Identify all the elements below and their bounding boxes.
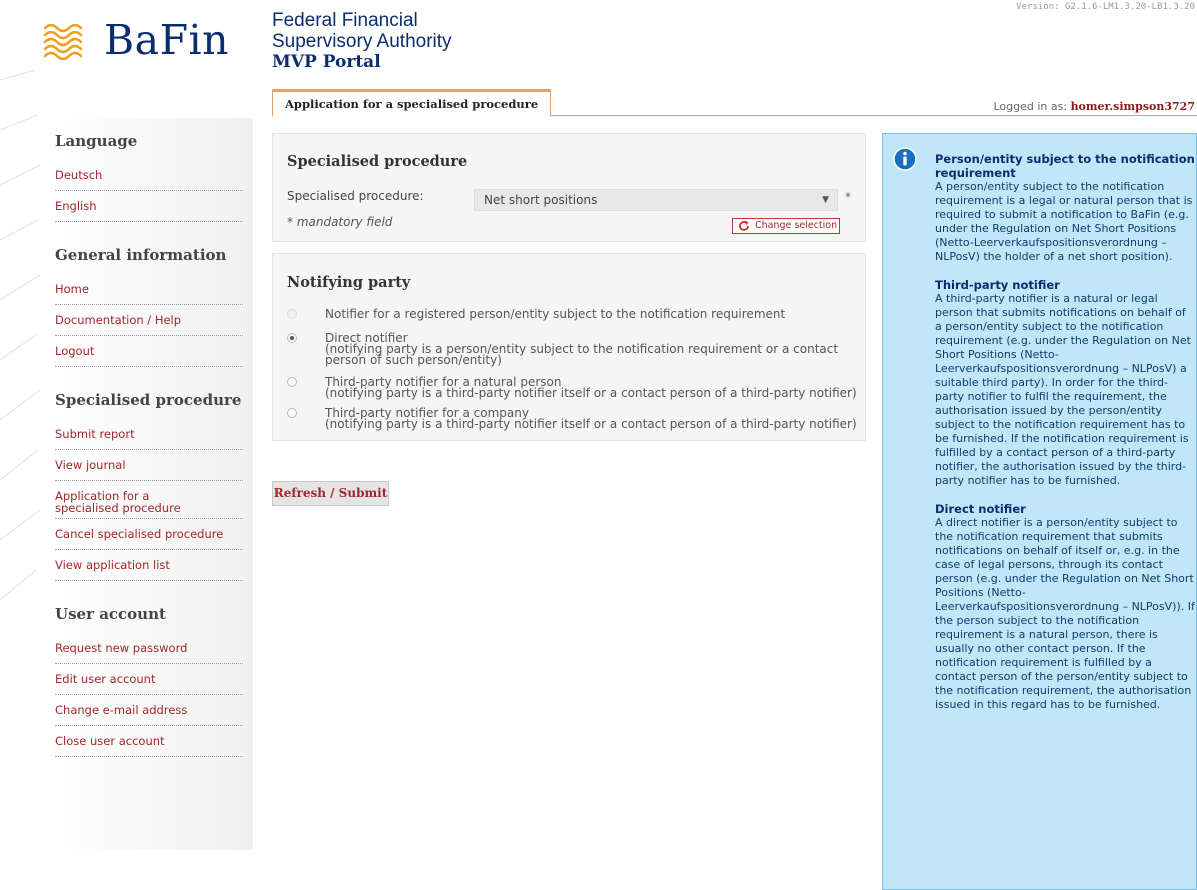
header: BaFin Federal Financial Supervisory Auth… [0, 0, 1197, 88]
logo-text: BaFin [104, 16, 230, 64]
info-panel: Person/entity subject to the notificatio… [882, 133, 1197, 890]
sidebar-heading: Language [55, 132, 138, 150]
logged-in-label: Logged in as: [993, 100, 1068, 113]
username: homer.simpson3727 [1070, 100, 1195, 113]
refresh-icon [739, 220, 749, 231]
portal-name: MVP Portal [272, 52, 381, 72]
sidebar-item-logout[interactable]: Logout [55, 336, 243, 367]
info-text: A person/entity subject to the notificat… [935, 180, 1193, 263]
radio-label: Third-party notifier for a natural perso… [325, 376, 865, 400]
required-asterisk: * [845, 190, 851, 204]
sidebar-heading: General information [55, 246, 227, 264]
tab-application[interactable]: Application for a specialised procedure [272, 89, 552, 117]
sidebar-group-user: User account Request new password Edit u… [45, 591, 253, 757]
sidebar-item-edit-account[interactable]: Edit user account [55, 664, 243, 695]
radio-label-line2: (notifying party is a third-party notifi… [325, 386, 857, 400]
panel-title: Specialised procedure [287, 153, 468, 170]
change-selection-label: Change selection [755, 220, 838, 231]
refresh-submit-button[interactable]: Refresh / Submit [272, 481, 389, 506]
sidebar: Language Deutsch English General informa… [45, 118, 253, 850]
sidebar-item-view-journal[interactable]: View journal [55, 450, 243, 481]
specialised-procedure-select[interactable]: Net short positions ▼ [474, 189, 838, 211]
sidebar-heading: Specialised procedure [55, 391, 242, 409]
specialised-procedure-panel: Specialised procedure Specialised proced… [272, 133, 866, 242]
dropdown-arrow-icon: ▼ [822, 195, 829, 205]
radio-label-line2: (notifying party is a third-party notifi… [325, 417, 857, 431]
change-selection-button[interactable]: Change selection [732, 218, 840, 234]
logged-in-info: Logged in as: homer.simpson3727 [993, 100, 1195, 113]
sidebar-group-language: Language Deutsch English [45, 118, 253, 222]
select-value: Net short positions [484, 193, 598, 207]
radio-button[interactable] [287, 333, 297, 343]
sidebar-item-english[interactable]: English [55, 191, 243, 222]
info-heading: Third-party notifier [935, 278, 1060, 292]
sidebar-item-application[interactable]: Application for a specialised procedure [55, 481, 243, 519]
info-heading: Person/entity subject to the notificatio… [935, 152, 1195, 180]
panel-title: Notifying party [287, 274, 411, 291]
sidebar-item-close-account[interactable]: Close user account [55, 726, 243, 757]
radio-label: Third-party notifier for a company (noti… [325, 407, 865, 431]
mandatory-note: * mandatory field [287, 215, 393, 229]
sidebar-item-deutsch[interactable]: Deutsch [55, 160, 243, 191]
sidebar-heading: User account [55, 605, 166, 623]
decorative-lines [0, 70, 41, 601]
radio-button[interactable] [287, 408, 297, 418]
sidebar-item-documentation[interactable]: Documentation / Help [55, 305, 243, 336]
info-text: A third-party notifier is a natural or l… [935, 292, 1191, 487]
info-text: A direct notifier is a person/entity sub… [935, 516, 1195, 711]
info-heading: Direct notifier [935, 502, 1026, 516]
sidebar-item-application-list[interactable]: View application list [55, 550, 243, 581]
radio-label-line3: person of such person/entity) [325, 353, 502, 367]
authority-line1: Federal Financial [272, 10, 418, 31]
sidebar-item-new-password[interactable]: Request new password [55, 633, 243, 664]
radio-label: Direct notifier (notifying party is a pe… [325, 332, 865, 367]
info-icon [893, 147, 917, 171]
sidebar-item-cancel-procedure[interactable]: Cancel specialised procedure [55, 519, 243, 550]
authority-line2: Supervisory Authority [272, 31, 452, 52]
radio-button[interactable] [287, 377, 297, 387]
bafin-wave-icon [43, 23, 83, 60]
sidebar-group-specialised: Specialised procedure Submit report View… [45, 377, 253, 581]
sidebar-item-home[interactable]: Home [55, 274, 243, 305]
sidebar-item-change-email[interactable]: Change e-mail address [55, 695, 243, 726]
radio-label-line1: Notifier for a registered person/entity … [325, 307, 786, 321]
radio-button[interactable] [287, 309, 297, 319]
radio-label: Notifier for a registered person/entity … [325, 307, 865, 321]
sidebar-group-general: General information Home Documentation /… [45, 232, 253, 367]
specialised-procedure-label: Specialised procedure: [287, 189, 424, 203]
info-content: Person/entity subject to the notificatio… [935, 152, 1195, 726]
bafin-logo: BaFin [42, 16, 229, 64]
authority-name: Federal Financial Supervisory Authority … [272, 10, 452, 73]
version-info: Version: G2.1.6-LM1.3.20-LB1.3.20 [1016, 2, 1195, 12]
sidebar-item-submit-report[interactable]: Submit report [55, 419, 243, 450]
notifying-party-panel: Notifying party Notifier for a registere… [272, 253, 866, 441]
